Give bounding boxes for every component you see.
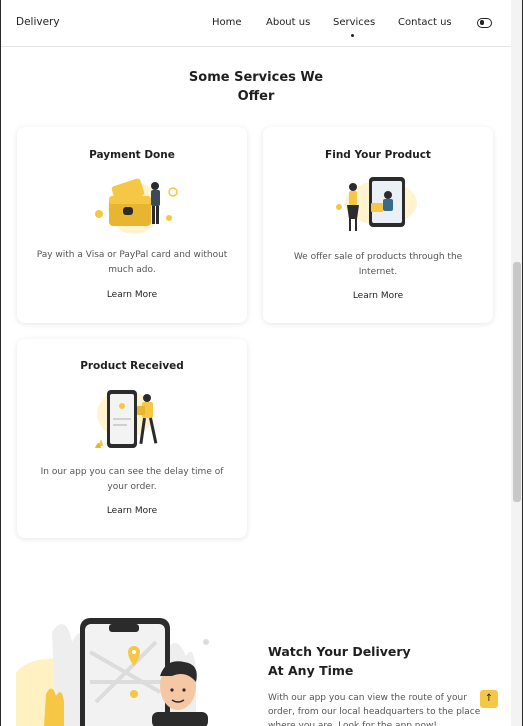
active-nav-indicator [351, 34, 354, 37]
card-description: In our app you can see the delay time of… [40, 467, 224, 492]
logo[interactable]: Delivery [16, 16, 60, 28]
scrollbar-thumb[interactable] [513, 262, 521, 502]
nav-about[interactable]: About us [266, 17, 310, 28]
header: Delivery Home About us Services Contact … [1, 0, 511, 47]
nav-home[interactable]: Home [212, 17, 242, 28]
card-title: Find Your Product [325, 149, 431, 161]
toggle-knob [479, 20, 484, 25]
learn-more-link[interactable]: Learn More [17, 506, 247, 516]
nav-services[interactable]: Services [333, 17, 375, 28]
map-phone-illustration [16, 618, 209, 726]
page: Delivery Home About us Services Contact … [0, 0, 523, 726]
services-title: Some Services We Offer [188, 70, 324, 104]
learn-more-link[interactable]: Learn More [17, 290, 247, 300]
service-card-payment: Payment Done Pay with a Visa or PayPal c… [17, 127, 247, 323]
wallet-payment-illustration [95, 178, 178, 234]
card-description: We offer sale of products through the In… [293, 252, 463, 277]
card-title: Product Received [80, 360, 184, 372]
learn-more-link[interactable]: Learn More [263, 291, 493, 301]
arrow-up-icon[interactable]: ↑ [480, 690, 498, 708]
card-description: Pay with a Visa or PayPal card and witho… [36, 250, 228, 275]
online-shopping-illustration [336, 177, 417, 231]
watch-title: Watch Your Delivery At Any Time [268, 642, 468, 680]
watch-title-line1: Watch Your Delivery [268, 644, 411, 659]
delivery-phone-illustration [95, 390, 158, 448]
toggle-icon[interactable] [477, 18, 492, 28]
watch-title-line2: At Any Time [268, 663, 354, 678]
watch-description: With our app you can view the route of y… [268, 693, 481, 726]
card-title: Payment Done [89, 149, 175, 161]
service-card-find-product: Find Your Product We offer sale of produ… [263, 127, 493, 323]
service-card-product-received: Product Received In our app you can see … [17, 339, 247, 538]
nav-contact[interactable]: Contact us [398, 17, 452, 28]
